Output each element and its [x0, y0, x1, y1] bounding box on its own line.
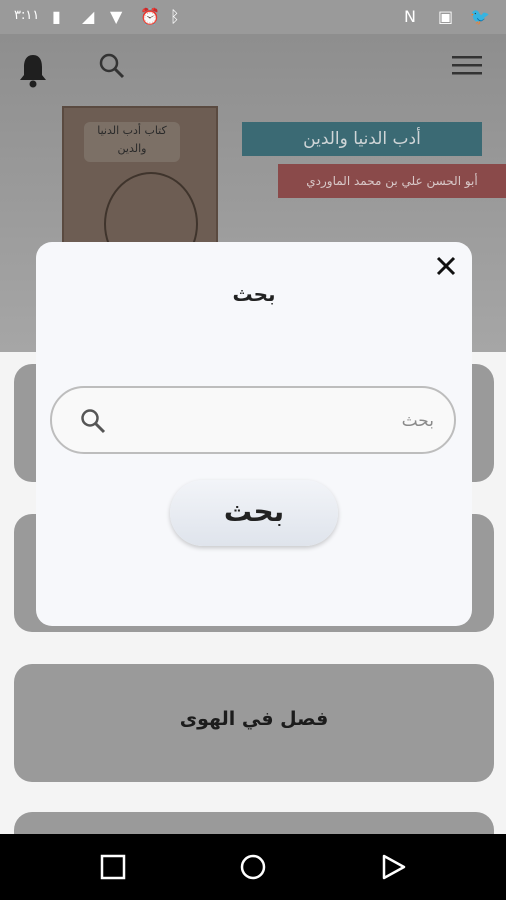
bluetooth-icon: ᛒ: [170, 7, 180, 26]
search-input[interactable]: [114, 402, 436, 440]
alarm-icon: ⏰: [140, 7, 160, 26]
back-triangle-icon[interactable]: [380, 854, 406, 880]
signal-icon: ◢: [82, 7, 95, 26]
recents-square-icon[interactable]: [100, 854, 126, 880]
image-icon: ▣: [438, 7, 454, 26]
search-button[interactable]: بحث: [170, 480, 338, 546]
twitter-icon: 🐦: [470, 7, 490, 26]
wifi-icon: ▼: [110, 7, 123, 26]
search-field-container[interactable]: [50, 386, 456, 454]
status-bar: ٣:١١ ▮ ◢ ▼ ⏰ ᛒ N ▣ 🐦: [0, 0, 506, 34]
dialog-title: بحث: [232, 282, 276, 306]
battery-icon: ▮: [52, 7, 61, 26]
system-navigation-bar: [0, 834, 506, 900]
home-circle-icon[interactable]: [240, 854, 266, 880]
notification-n-icon: N: [404, 7, 416, 26]
status-time: ٣:١١: [14, 8, 40, 23]
search-icon: [81, 409, 106, 434]
search-dialog: بحث بحث: [36, 242, 472, 626]
close-icon[interactable]: [434, 254, 458, 278]
